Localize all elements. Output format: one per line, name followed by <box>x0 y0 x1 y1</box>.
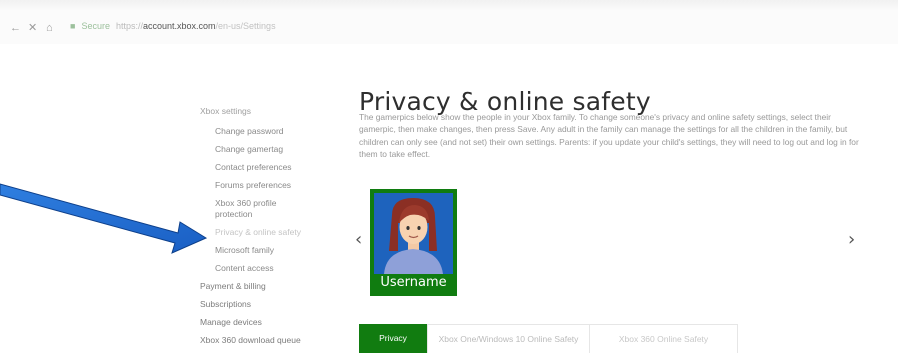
url-path: /en-us/Settings <box>215 21 276 31</box>
member-username: Username <box>380 275 447 290</box>
tab-xbox-360-online-safety[interactable]: Xbox 360 Online Safety <box>590 324 738 353</box>
sidebar-item-xbox360-download-queue[interactable]: Xbox 360 download queue <box>200 335 340 346</box>
sidebar-item-microsoft-family[interactable]: Microsoft family <box>200 245 340 256</box>
sidebar-item-payment-billing[interactable]: Payment & billing <box>200 281 340 292</box>
sidebar-item-manage-devices[interactable]: Manage devices <box>200 317 340 328</box>
sidebar-item-change-gamertag[interactable]: Change gamertag <box>200 144 340 155</box>
annotation-arrow <box>0 183 208 254</box>
sidebar-item-subscriptions[interactable]: Subscriptions <box>200 299 340 310</box>
chevron-right-icon[interactable]: › <box>848 230 855 250</box>
back-arrow-icon[interactable]: ← <box>10 22 21 34</box>
gamerpic-avatar-icon <box>374 193 453 274</box>
avatar <box>374 193 453 274</box>
browser-tab-strip <box>0 0 898 10</box>
address-bar[interactable]: ■ Secure https://account.xbox.com/en-us/Se… <box>70 21 276 31</box>
lock-icon: ■ <box>70 21 76 31</box>
page-description: The gamerpics below show the people in y… <box>359 112 859 159</box>
sidebar-item-xbox360-profile-protection[interactable]: Xbox 360 profile protection <box>200 198 315 220</box>
home-icon[interactable]: ⌂ <box>46 22 53 34</box>
close-icon[interactable]: ✕ <box>28 22 37 34</box>
sidebar-heading-xbox-settings[interactable]: Xbox settings <box>200 106 340 117</box>
sidebar-item-privacy-online-safety[interactable]: Privacy & online safety <box>200 227 340 238</box>
url-protocol: https:// <box>115 21 143 31</box>
sidebar-item-forums-preferences[interactable]: Forums preferences <box>200 180 340 191</box>
chevron-left-icon[interactable]: ‹ <box>355 230 362 250</box>
tab-xbox-one-online-safety[interactable]: Xbox One/Windows 10 Online Safety <box>427 324 590 353</box>
annotation-arrow-shape <box>0 183 208 254</box>
url-host: account.xbox.com <box>142 21 216 31</box>
sidebar-item-content-access[interactable]: Content access <box>200 263 340 274</box>
family-member-tile[interactable]: Username <box>370 189 457 296</box>
browser-toolbar: ← ✕ ⌂ ■ Secure https://account.xbox.com/en… <box>0 0 898 44</box>
settings-sidebar: Xbox settings Change password Change gam… <box>200 106 340 353</box>
sidebar-item-change-password[interactable]: Change password <box>200 126 340 137</box>
tab-privacy[interactable]: Privacy <box>359 324 427 353</box>
sidebar-item-contact-preferences[interactable]: Contact preferences <box>200 162 340 173</box>
secure-label: Secure <box>81 21 110 31</box>
